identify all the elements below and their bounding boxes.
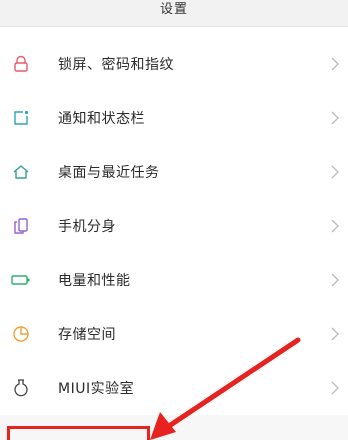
chevron-right-icon — [331, 165, 339, 179]
settings-item-miui-lab[interactable]: MIUI实验室 — [0, 361, 348, 415]
storage-pie-icon — [11, 324, 31, 344]
chevron-right-icon — [331, 327, 339, 341]
settings-item-second-space[interactable]: 手机分身 — [0, 199, 348, 253]
settings-item-notifications[interactable]: 通知和状态栏 — [0, 91, 348, 145]
settings-item-label: 通知和状态栏 — [58, 111, 145, 127]
settings-screen: 设置 锁屏、密码和指纹 通知和状态栏 桌面与最近任务 手机分身 电量和性能 存储… — [0, 0, 348, 440]
lock-icon — [11, 54, 31, 74]
settings-item-label: 电量和性能 — [58, 273, 131, 289]
settings-list: 锁屏、密码和指纹 通知和状态栏 桌面与最近任务 手机分身 电量和性能 存储空间 … — [0, 27, 348, 415]
home-icon — [11, 162, 31, 182]
chevron-right-icon — [331, 111, 339, 125]
dual-phone-icon — [11, 216, 31, 236]
settings-item-storage[interactable]: 存储空间 — [0, 307, 348, 361]
settings-item-label: 存储空间 — [58, 327, 116, 343]
settings-item-label: MIUI实验室 — [58, 381, 135, 397]
chevron-right-icon — [331, 57, 339, 71]
settings-item-battery[interactable]: 电量和性能 — [0, 253, 348, 307]
header-bar: 设置 — [0, 0, 348, 27]
page-title: 设置 — [159, 2, 188, 17]
chevron-right-icon — [331, 219, 339, 233]
battery-icon — [11, 270, 31, 290]
settings-item-label: 桌面与最近任务 — [58, 165, 160, 181]
settings-item-label: 锁屏、密码和指纹 — [58, 57, 174, 73]
settings-item-label: 手机分身 — [58, 219, 116, 235]
flask-icon — [11, 378, 31, 398]
notification-icon — [11, 108, 31, 128]
chevron-right-icon — [331, 273, 339, 287]
annotation-highlight-box — [7, 426, 150, 440]
chevron-right-icon — [331, 381, 339, 395]
settings-item-home-screen[interactable]: 桌面与最近任务 — [0, 145, 348, 199]
settings-item-lock-screen[interactable]: 锁屏、密码和指纹 — [0, 37, 348, 91]
